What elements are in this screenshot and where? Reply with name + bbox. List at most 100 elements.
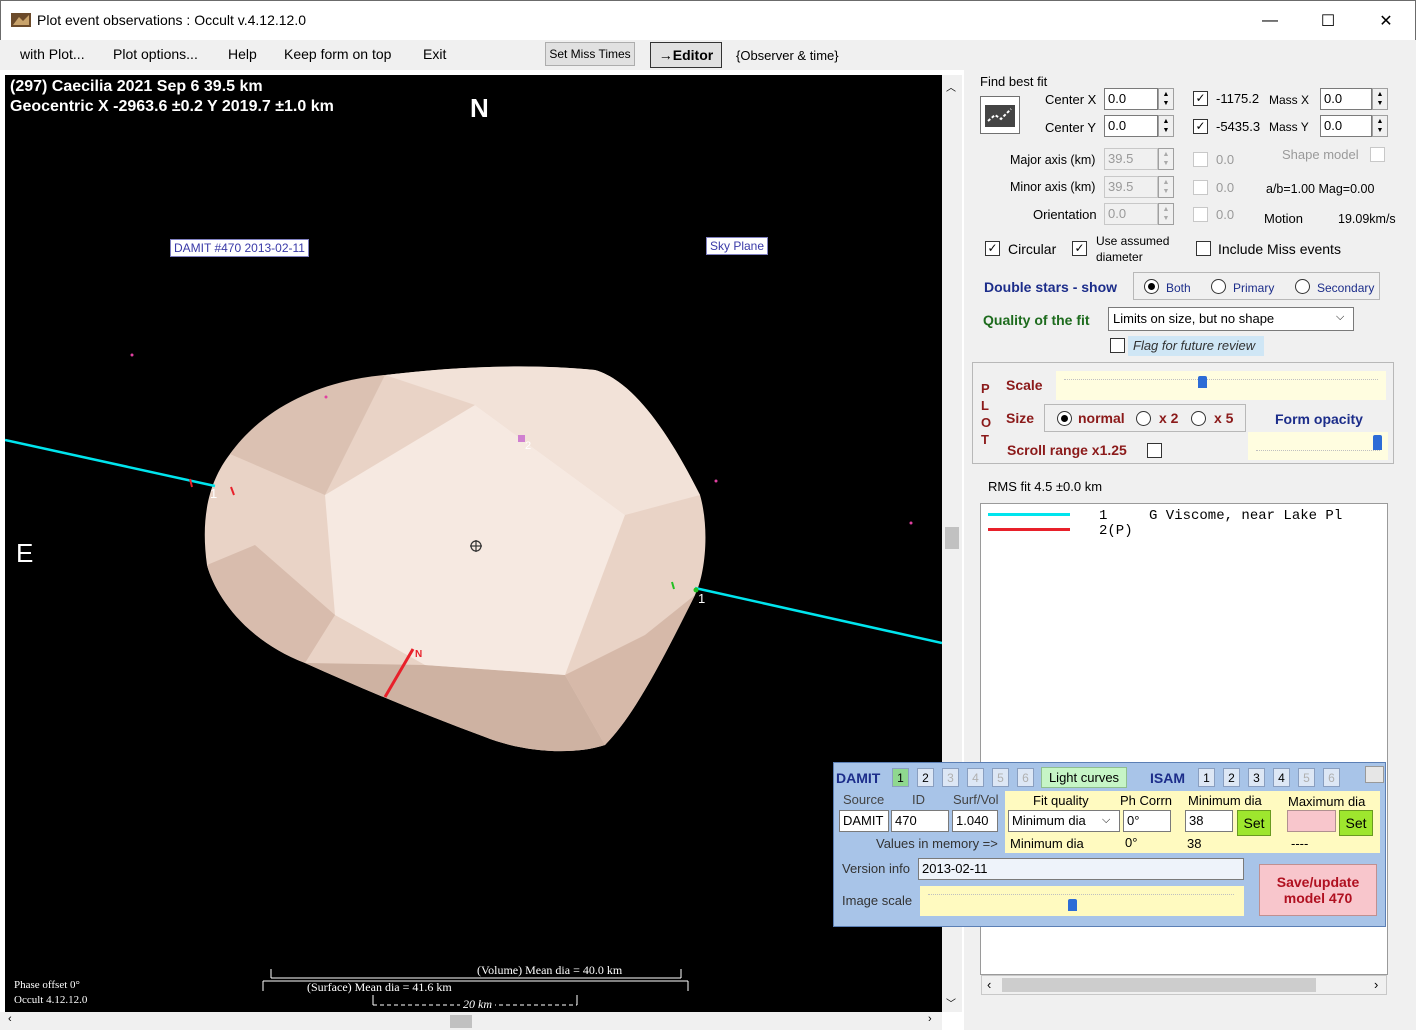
menu-with-plot[interactable]: with Plot... [20,46,85,62]
fit-quality-chevron-icon[interactable]: ⌵ [1102,814,1110,827]
rms-fit-label: RMS fit 4.5 ±0.0 km [988,479,1103,494]
damit-model-5[interactable]: 5 [992,768,1009,787]
damit-model-2[interactable]: 2 [917,768,934,787]
y-value: -5435.3 [1216,119,1261,134]
minor-axis-spinner[interactable]: ▲ ▼ [1158,176,1174,198]
orientation-spinner[interactable]: ▲ ▼ [1158,203,1174,225]
mass-x-input[interactable]: 0.0 [1320,88,1372,110]
mass-y-input[interactable]: 0.0 [1320,115,1372,137]
hscroll-thumb[interactable] [450,1015,472,1028]
x-checkbox[interactable]: ✓ [1193,91,1208,106]
light-curves-button[interactable]: Light curves [1041,767,1127,788]
mem-max: ---- [1291,836,1309,851]
orientation-label: Orientation [1033,207,1097,222]
scale-slider[interactable] [1056,371,1386,400]
major-axis-checkbox[interactable] [1193,152,1208,167]
scale-slider-thumb[interactable] [1198,376,1207,388]
min-dia-set-button[interactable]: Set [1237,810,1271,836]
image-scale-slider[interactable] [920,886,1244,916]
damit-model-3[interactable]: 3 [942,768,959,787]
orientation-input[interactable]: 0.0 [1104,203,1158,225]
ph-corr-field[interactable]: 0° [1123,810,1171,832]
size-x2-radio[interactable] [1136,411,1151,426]
mass-x-spinner[interactable]: ▲ ▼ [1372,88,1388,110]
minor-axis-checkbox[interactable] [1193,180,1208,195]
isam-model-1[interactable]: 1 [1198,768,1215,787]
isam-model-3[interactable]: 3 [1248,768,1265,787]
scroll-range-checkbox[interactable] [1147,443,1162,458]
find-best-fit-button[interactable] [980,96,1020,134]
isam-model-2[interactable]: 2 [1223,768,1240,787]
primary-radio[interactable] [1211,279,1226,294]
plot-canvas[interactable]: (297) Caecilia 2021 Sep 6 39.5 km Geocen… [5,75,942,1012]
id-field[interactable]: 470 [891,810,949,832]
center-x-input[interactable]: 0.0 [1104,88,1158,110]
motion-label: Motion [1264,211,1304,226]
minor-axis-input[interactable]: 39.5 [1104,176,1158,198]
include-miss-checkbox[interactable] [1196,241,1211,256]
mass-y-spinner[interactable]: ▲ ▼ [1372,115,1388,137]
isam-model-6[interactable]: 6 [1323,768,1340,787]
max-dia-field[interactable] [1287,810,1336,832]
surfvol-field[interactable]: 1.040 [952,810,998,832]
set-miss-times-button[interactable]: Set Miss Times [545,42,635,66]
use-assumed-label: Use assumed [1096,234,1170,248]
chevron-down-icon[interactable]: ⌵ [1336,311,1344,324]
center-y-spinner[interactable]: ▲ ▼ [1158,115,1174,137]
close-button[interactable]: ✕ [1357,1,1415,41]
circular-checkbox[interactable]: ✓ [985,241,1000,256]
minimize-button[interactable]: — [1241,1,1299,41]
editor-button[interactable]: →Editor [650,42,722,68]
volume-dia-label: (Volume) Mean dia = 40.0 km [477,963,623,977]
save-update-button[interactable]: Save/update model 470 [1259,864,1377,916]
center-x-spinner[interactable]: ▲ ▼ [1158,88,1174,110]
best-fit-icon [985,105,1015,127]
use-assumed-checkbox[interactable]: ✓ [1072,241,1087,256]
isam-model-5[interactable]: 5 [1298,768,1315,787]
scroll-left-icon[interactable]: ‹ [8,1013,12,1025]
legend-hscrollbar[interactable]: ‹ › [981,975,1387,995]
major-axis-input[interactable]: 39.5 [1104,148,1158,170]
scroll-right-icon[interactable]: › [928,1013,932,1025]
form-opacity-slider[interactable] [1248,432,1388,460]
scroll-down-icon[interactable]: ﹀ [946,995,956,1010]
flag-review-checkbox[interactable] [1110,338,1125,353]
min-dia-field[interactable]: 38 [1185,810,1233,832]
center-y-input[interactable]: 0.0 [1104,115,1158,137]
plot-horizontal-scrollbar[interactable]: ‹ › [0,1012,942,1030]
secondary-radio[interactable] [1295,279,1310,294]
size-normal-radio[interactable] [1057,411,1072,426]
source-field[interactable]: DAMIT [839,810,889,832]
scroll-thumb[interactable] [945,527,959,549]
surface-dia-label: (Surface) Mean dia = 41.6 km [307,980,452,994]
form-opacity-thumb[interactable] [1373,435,1382,450]
damit-model-1[interactable]: 1 [892,768,909,787]
menu-help[interactable]: Help [228,46,257,62]
quality-select[interactable]: Limits on size, but no shape [1108,307,1354,331]
major-axis-spinner[interactable]: ▲ ▼ [1158,148,1174,170]
both-radio[interactable] [1144,279,1159,294]
legend-scroll-right-icon[interactable]: › [1374,977,1378,992]
image-scale-thumb[interactable] [1068,899,1077,911]
version-info-field[interactable]: 2013-02-11 [918,858,1244,880]
isam-model-4[interactable]: 4 [1273,768,1290,787]
maximize-button[interactable]: ☐ [1299,1,1357,41]
damit-model-4[interactable]: 4 [967,768,984,787]
shape-model-checkbox[interactable] [1370,147,1385,162]
max-dia-set-button[interactable]: Set [1339,810,1373,836]
ph-corr-label: Ph Corrn [1120,793,1173,808]
menu-exit[interactable]: Exit [423,46,446,62]
orientation-checkbox[interactable] [1193,207,1208,222]
y-checkbox[interactable]: ✓ [1193,119,1208,134]
menu-plot-options[interactable]: Plot options... [113,46,198,62]
chord-line-1a [5,438,216,488]
scroll-up-icon[interactable]: ︿ [946,79,956,94]
legend-scroll-left-icon[interactable]: ‹ [987,977,991,992]
size-x5-radio[interactable] [1191,411,1206,426]
damit-close-box[interactable] [1365,766,1384,783]
menu-keep-on-top[interactable]: Keep form on top [284,46,391,62]
damit-model-6[interactable]: 6 [1017,768,1034,787]
legend-scroll-thumb[interactable] [1002,978,1316,992]
version-info-label: Version info [842,861,910,876]
quality-label: Quality of the fit [983,312,1090,328]
